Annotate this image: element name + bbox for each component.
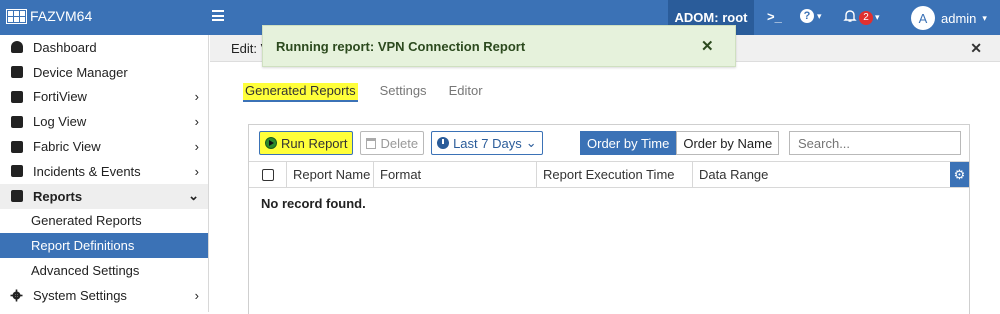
bell-icon bbox=[843, 9, 857, 26]
tab-editor[interactable]: Editor bbox=[449, 83, 483, 102]
avatar: A bbox=[911, 6, 935, 30]
play-icon bbox=[265, 137, 277, 149]
sidebar-item-label: Generated Reports bbox=[31, 213, 142, 229]
close-icon[interactable]: ✕ bbox=[970, 40, 982, 57]
notifications-menu[interactable]: 2 ▾ bbox=[843, 9, 880, 26]
select-all-checkbox-cell bbox=[249, 162, 287, 187]
sidebar-item-label: System Settings bbox=[33, 287, 127, 303]
sidebar-item-report-definitions[interactable]: Report Definitions bbox=[0, 233, 208, 259]
search-input[interactable] bbox=[789, 131, 961, 155]
logo-icon bbox=[6, 8, 27, 24]
report-tabs: Generated Reports Settings Editor bbox=[243, 83, 483, 102]
fortiview-icon bbox=[10, 90, 23, 103]
product-name: FAZVM64 bbox=[30, 8, 93, 24]
gear-icon bbox=[10, 289, 23, 302]
sidebar-item-dashboard[interactable]: Dashboard bbox=[0, 35, 208, 60]
sidebar-item-label: Dashboard bbox=[33, 39, 97, 55]
sidebar-item-device-manager[interactable]: Device Manager bbox=[0, 60, 208, 85]
sidebar: Dashboard Device Manager FortiView › Log… bbox=[0, 35, 209, 312]
toast-close-icon[interactable]: ✕ bbox=[701, 37, 714, 55]
sidebar-item-label: Log View bbox=[33, 114, 87, 130]
chevron-right-icon: › bbox=[194, 287, 199, 303]
chevron-down-icon: ⌄ bbox=[188, 188, 199, 204]
log-view-icon bbox=[10, 115, 23, 128]
sidebar-item-label: Report Definitions bbox=[31, 238, 135, 254]
chevron-right-icon: › bbox=[194, 163, 199, 179]
fabric-view-icon bbox=[10, 140, 23, 153]
notification-toast: Running report: VPN Connection Report ✕ bbox=[262, 25, 736, 67]
generated-reports-panel: Run Report Delete Last 7 Days ⌄ Order by… bbox=[248, 124, 970, 314]
incidents-icon bbox=[10, 165, 23, 178]
tab-generated-reports[interactable]: Generated Reports bbox=[243, 83, 358, 102]
delete-button[interactable]: Delete bbox=[360, 131, 425, 155]
main-content: Edit: V ✕ Generated Reports Settings Edi… bbox=[210, 35, 1000, 314]
user-menu[interactable]: A admin ▾ bbox=[911, 6, 987, 30]
chevron-right-icon: › bbox=[194, 114, 199, 130]
run-report-button[interactable]: Run Report bbox=[259, 131, 354, 155]
column-report-execution-time[interactable]: Report Execution Time bbox=[537, 162, 693, 187]
chevron-down-icon: ▾ bbox=[875, 12, 880, 22]
order-by-time-button[interactable]: Order by Time bbox=[580, 131, 677, 155]
sidebar-item-advanced-settings[interactable]: Advanced Settings bbox=[0, 258, 208, 283]
device-manager-icon bbox=[10, 66, 23, 79]
column-data-range[interactable]: Data Range bbox=[693, 162, 948, 187]
sidebar-item-label: FortiView bbox=[33, 89, 87, 105]
sidebar-item-generated-reports[interactable]: Generated Reports bbox=[0, 209, 208, 234]
sidebar-item-fabric-view[interactable]: Fabric View › bbox=[0, 134, 208, 159]
product-logo[interactable]: FAZVM64 bbox=[6, 8, 92, 24]
help-menu[interactable]: ? ▾ bbox=[800, 9, 822, 23]
menu-toggle-icon[interactable] bbox=[212, 10, 224, 21]
notification-badge: 2 bbox=[859, 10, 873, 25]
sidebar-item-system-settings[interactable]: System Settings › bbox=[0, 283, 208, 308]
sidebar-item-fortiview[interactable]: FortiView › bbox=[0, 85, 208, 110]
username: admin bbox=[941, 10, 977, 26]
chevron-right-icon: › bbox=[194, 89, 199, 105]
sidebar-item-label: Fabric View bbox=[33, 139, 101, 155]
order-toggle: Order by Time Order by Name bbox=[580, 131, 780, 155]
sidebar-item-reports[interactable]: Reports ⌄ bbox=[0, 183, 208, 209]
sidebar-item-label: Reports bbox=[33, 188, 83, 204]
chevron-right-icon: › bbox=[194, 139, 199, 155]
chevron-down-icon: ⌄ bbox=[525, 135, 537, 150]
clock-icon bbox=[437, 137, 450, 149]
table-header: Report Name Format Report Execution Time… bbox=[249, 161, 969, 188]
run-report-label: Run Report bbox=[281, 135, 348, 151]
sidebar-item-log-view[interactable]: Log View › bbox=[0, 109, 208, 134]
time-range-label: Last 7 Days bbox=[453, 135, 522, 151]
select-all-checkbox[interactable] bbox=[262, 168, 274, 181]
chevron-down-icon: ▾ bbox=[982, 12, 987, 23]
trash-icon bbox=[366, 137, 377, 149]
sidebar-item-incidents-events[interactable]: Incidents & Events › bbox=[0, 159, 208, 184]
sidebar-item-label: Device Manager bbox=[33, 64, 128, 80]
toast-message: Running report: VPN Connection Report bbox=[276, 39, 526, 54]
reports-icon bbox=[10, 190, 23, 203]
chevron-down-icon: ▾ bbox=[817, 10, 822, 21]
order-by-name-button[interactable]: Order by Name bbox=[676, 131, 780, 155]
sidebar-item-label: Advanced Settings bbox=[31, 263, 140, 279]
time-range-dropdown[interactable]: Last 7 Days ⌄ bbox=[431, 131, 543, 155]
dashboard-icon bbox=[10, 41, 23, 54]
column-format[interactable]: Format bbox=[374, 162, 537, 187]
column-settings-gear-icon[interactable]: ⚙ bbox=[950, 162, 969, 187]
column-report-name[interactable]: Report Name bbox=[287, 162, 374, 187]
delete-label: Delete bbox=[380, 135, 419, 151]
toolbar: Run Report Delete Last 7 Days ⌄ bbox=[259, 131, 543, 155]
tab-settings[interactable]: Settings bbox=[380, 83, 427, 102]
empty-state-message: No record found. bbox=[261, 196, 366, 211]
help-icon: ? bbox=[800, 9, 814, 23]
cli-console-icon[interactable]: >_ bbox=[767, 9, 782, 24]
sidebar-item-label: Incidents & Events bbox=[33, 163, 141, 179]
